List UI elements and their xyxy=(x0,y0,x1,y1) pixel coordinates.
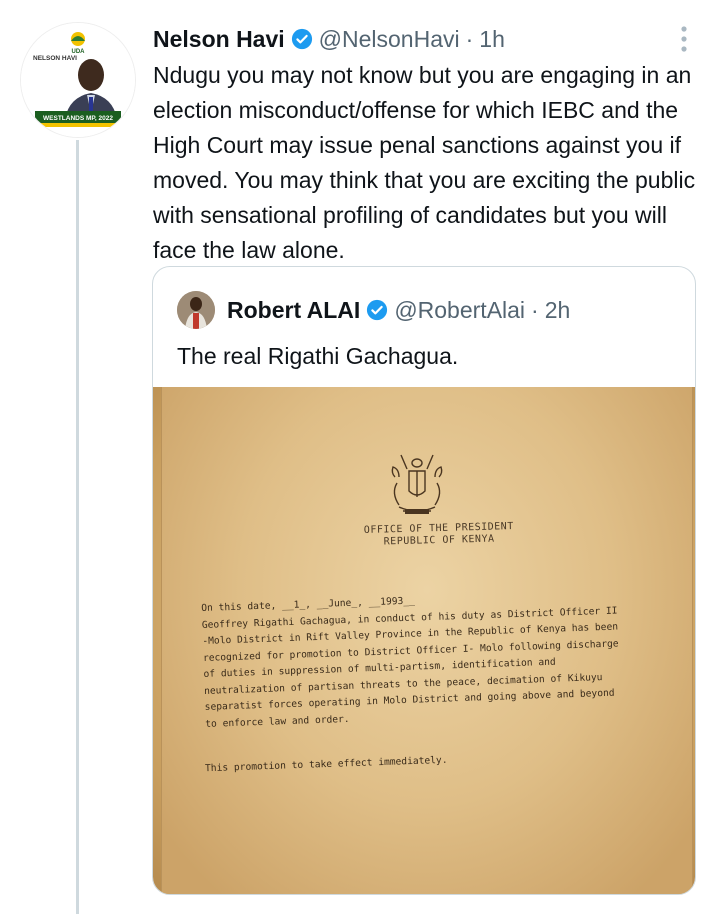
quoted-avatar[interactable] xyxy=(177,291,215,329)
avatar-banner-text: WESTLANDS MP, 2022 xyxy=(43,115,113,122)
quoted-timestamp[interactable]: 2h xyxy=(545,297,571,324)
document-body: On this date, __1_, __June_, __1993__ Ge… xyxy=(201,585,665,733)
author-name[interactable]: Nelson Havi xyxy=(153,26,285,53)
quoted-separator-dot: · xyxy=(531,296,539,323)
tweet-timestamp[interactable]: 1h xyxy=(479,26,505,53)
verified-badge-icon xyxy=(291,28,312,50)
avatar[interactable]: UDA NELSON HAVI WESTLANDS MP, 2022 xyxy=(20,22,136,138)
more-vertical-icon[interactable] xyxy=(680,26,688,52)
quoted-tweet-card[interactable]: Robert ALAI @RobertAlai · 2h The real Ri… xyxy=(152,266,696,895)
kenya-coat-of-arms-icon xyxy=(391,454,443,514)
quoted-author-name[interactable]: Robert ALAI xyxy=(227,297,360,324)
quoted-tweet-text: The real Rigathi Gachagua. xyxy=(177,343,459,369)
verified-badge-icon xyxy=(367,299,388,321)
quoted-tweet-header: Robert ALAI @RobertAlai · 2h xyxy=(177,291,570,329)
separator-dot: · xyxy=(465,25,474,52)
tweet-text: Ndugu you may not know but you are engag… xyxy=(153,58,708,268)
attached-document-image[interactable]: OFFICE OF THE PRESIDENT REPUBLIC OF KENY… xyxy=(153,387,695,894)
tweet-header: Nelson Havi @NelsonHavi · 1h xyxy=(153,22,505,56)
quoted-author-handle[interactable]: @RobertAlai xyxy=(394,297,525,324)
author-handle[interactable]: @NelsonHavi xyxy=(319,26,460,53)
tweet-body: Ndugu you may not know but you are engag… xyxy=(153,62,696,263)
thread-line xyxy=(76,140,79,914)
avatar-name-text: NELSON HAVI xyxy=(33,55,77,62)
